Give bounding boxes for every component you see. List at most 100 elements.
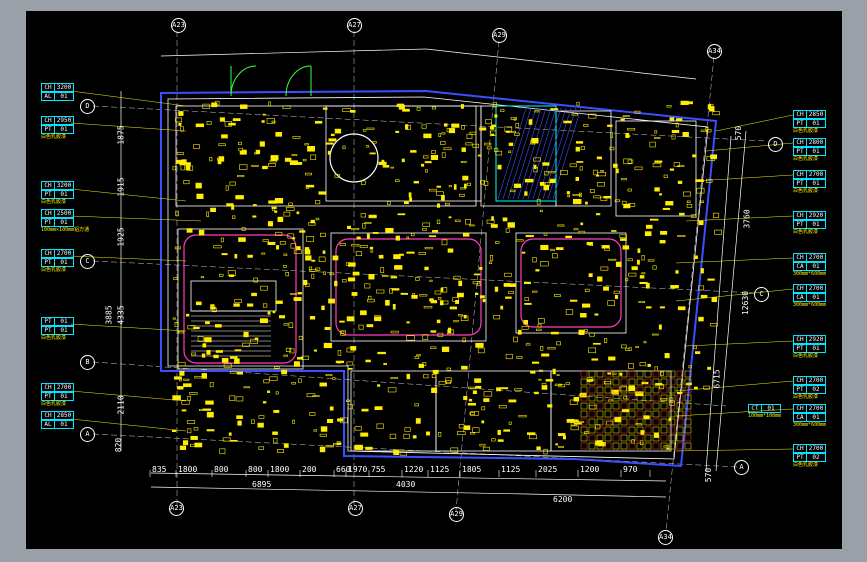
left-dim-2: 1925 [116, 227, 126, 247]
right-tag-3: CH 2920 PT 01 白色乳胶漆 [793, 211, 826, 236]
row-bubble-left-c: C [80, 254, 95, 269]
bottom-dim-7: 1970 [348, 465, 368, 474]
bottom-dim-total-0: 6895 [252, 480, 272, 489]
left-tag-1-v1: 2950 [55, 116, 74, 125]
right-dim-2: 12630 [741, 290, 751, 316]
row-bubble-left-a: A [80, 427, 95, 442]
left-tag-7-k2: AL [41, 420, 55, 429]
right-tag-5-k1: CH [793, 284, 807, 293]
right-tag-8-k1: CH [793, 404, 807, 413]
row-bubble-left-b: B [80, 355, 95, 370]
left-tag-2-k1: CH [41, 181, 55, 190]
left-tag-3-v2: 01 [55, 218, 74, 227]
right-tag-9: CH 2700 PT 02 白色乳胶漆 [793, 444, 826, 469]
right-tag-9-note: 白色乳胶漆 [793, 462, 819, 468]
left-tag-3-k1: CH [41, 209, 55, 218]
right-tag-9-v2: 02 [807, 453, 826, 462]
right-tag-3-v1: 2920 [807, 211, 826, 220]
right-tag-3-v2: 01 [807, 220, 826, 229]
left-tag-0: CH 3200 AL 01 [41, 83, 74, 101]
right-tag-8-note: 300mm*600mm [793, 422, 827, 428]
right-tag-5-k2: CA [793, 293, 807, 302]
left-tag-2-v1: 3200 [55, 181, 74, 190]
left-tag-6-note: 白色乳胶漆 [41, 401, 67, 407]
right-dim-4: 570 [704, 467, 714, 483]
right-tag-8-k2: CA [793, 413, 807, 422]
right-tag-3-k2: PT [793, 220, 807, 229]
row-bubble-right-a: A [734, 460, 749, 475]
right-tag-8-v1: 2700 [807, 404, 826, 413]
bottom-dim-14: 1200 [580, 465, 600, 474]
left-tag-2-v2: 01 [55, 190, 74, 199]
cad-drawing-canvas[interactable]: A23 A27 A29 A34 A23 A27 A29 A34 D C B A … [26, 11, 842, 549]
right-tag-7: CH 2700 PT 02 白色乳胶漆 [793, 376, 826, 401]
left-tag-4: CH 2700 PT 01 白色乳胶漆 [41, 249, 74, 274]
bottom-dim-8: 755 [371, 465, 386, 474]
left-tag-5-v2: 01 [55, 326, 74, 335]
right-tag-7-k2: PT [793, 385, 807, 394]
ct-tag-value: 01 [762, 404, 781, 413]
bottom-dim-13: 2025 [538, 465, 558, 474]
left-tag-2: CH 3200 PT 01 白色乳胶漆 [41, 181, 74, 206]
left-tag-6-k1: CH [41, 383, 55, 392]
row-bubble-right-c: C [754, 287, 769, 302]
right-tag-4: CH 2700 CA 01 300mm*600mm [793, 253, 826, 278]
left-tag-7-v1: 2850 [55, 411, 74, 420]
right-tag-9-v1: 2700 [807, 444, 826, 453]
bottom-dim-5: 200 [302, 465, 317, 474]
bottom-dim-12: 1125 [501, 465, 521, 474]
left-tag-3-k2: PT [41, 218, 55, 227]
left-tag-3-v1: 2500 [55, 209, 74, 218]
right-tag-2-note: 白色乳胶漆 [793, 188, 819, 194]
right-tag-1: CH 2800 PT 01 白色乳胶漆 [793, 138, 826, 163]
grid-bubble-top-2: A27 [347, 18, 362, 33]
right-tag-5-v2: 01 [807, 293, 826, 302]
right-tag-3-note: 白色乳胶漆 [793, 229, 819, 235]
bottom-dim-10: 1125 [430, 465, 450, 474]
right-tag-2: CH 2700 PT 01 白色乳胶漆 [793, 170, 826, 195]
right-tag-6-v2: 01 [807, 344, 826, 353]
right-tag-0-v1: 2850 [807, 110, 826, 119]
bottom-dim-3: 800 [248, 465, 263, 474]
left-dim-1: 1915 [116, 177, 126, 197]
bottom-dim-0: 835 [152, 465, 167, 474]
left-tag-5: PT 01 PT 01 白色乳胶漆 [41, 317, 74, 342]
left-tag-5-note: 白色乳胶漆 [41, 335, 67, 341]
right-tag-1-v1: 2800 [807, 138, 826, 147]
left-dim-0: 1875 [116, 125, 126, 145]
left-dim-6: 820 [114, 437, 124, 453]
left-tag-4-k1: CH [41, 249, 55, 258]
right-tag-9-k2: PT [793, 453, 807, 462]
left-dim-3: 3885 [104, 305, 114, 325]
right-tag-0: CH 2850 PT 01 白色乳胶漆 [793, 110, 826, 135]
right-tag-0-v2: 01 [807, 119, 826, 128]
left-tag-2-k2: PT [41, 190, 55, 199]
grid-bubble-bottom-1: A23 [169, 501, 184, 516]
right-tag-7-note: 白色乳胶漆 [793, 394, 819, 400]
right-tag-4-k2: CA [793, 262, 807, 271]
right-tag-7-k1: CH [793, 376, 807, 385]
right-tag-1-v2: 01 [807, 147, 826, 156]
left-tag-4-note: 白色乳胶漆 [41, 267, 67, 273]
right-tag-6: CH 2920 PT 01 白色乳胶漆 [793, 335, 826, 360]
grid-bubble-bottom-2: A27 [348, 501, 363, 516]
ct-tag-note: 100mm*100mm [748, 413, 782, 419]
grid-bubble-top-4: A34 [707, 44, 722, 59]
bottom-dim-4: 1800 [270, 465, 290, 474]
bottom-dim-2: 800 [214, 465, 229, 474]
right-tag-5-note: 300mm*600mm [793, 302, 827, 308]
bottom-dim-11: 1805 [462, 465, 482, 474]
right-tag-2-v2: 01 [807, 179, 826, 188]
bottom-dim-total-1: 4030 [396, 480, 416, 489]
right-tag-5: CH 2700 CA 01 300mm*600mm [793, 284, 826, 309]
left-tag-0-v2: 01 [55, 92, 74, 101]
bottom-dim-15: 970 [623, 465, 638, 474]
left-tag-0-k2: AL [41, 92, 55, 101]
right-tag-8-v2: 01 [807, 413, 826, 422]
left-tag-5-v1: 01 [55, 317, 74, 326]
left-tag-6-v2: 01 [55, 392, 74, 401]
right-dim-3: 6715 [712, 369, 722, 389]
right-tag-6-k2: PT [793, 344, 807, 353]
left-tag-7-k1: CH [41, 411, 55, 420]
left-tag-5-k1: PT [41, 317, 55, 326]
